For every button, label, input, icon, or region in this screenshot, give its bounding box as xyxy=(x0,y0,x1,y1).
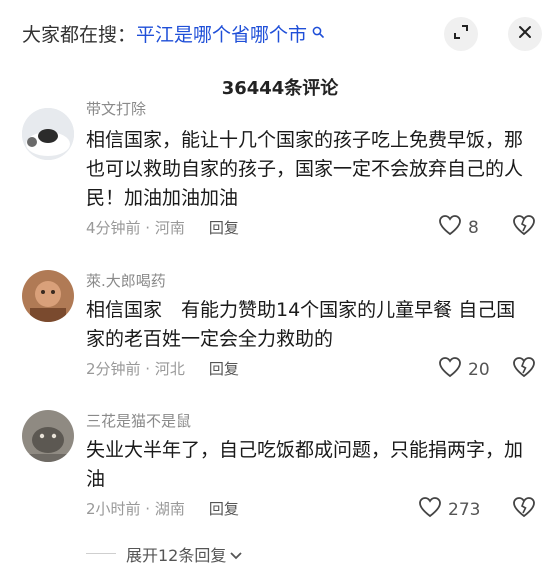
comment-item: 萊.大郎喝药 相信国家 有能力赞助14个国家的儿童早餐 自己国家的老百姓一定会全… xyxy=(0,268,560,398)
close-button[interactable] xyxy=(508,17,542,51)
comment-time-location: 2小时前 · 湖南 xyxy=(86,500,185,518)
comment-username[interactable]: 三花是猫不是鼠 xyxy=(86,410,191,431)
chevron-down-icon xyxy=(226,546,243,565)
comment-time-location: 2分钟前 · 河北 xyxy=(86,360,185,378)
comment-username[interactable]: 萊.大郎喝药 xyxy=(86,270,166,291)
comment-meta: 2小时前 · 湖南 回复 xyxy=(86,498,239,519)
heart-icon xyxy=(438,356,462,383)
avatar[interactable] xyxy=(22,270,74,322)
reply-button[interactable]: 回复 xyxy=(209,219,239,237)
dislike-button[interactable] xyxy=(512,496,536,522)
expand-button[interactable] xyxy=(444,17,478,51)
heart-icon xyxy=(418,496,442,523)
comment-item: 带文打除 相信国家，能让十几个国家的孩子吃上免费早饭，那也可以救助自家的孩子，国… xyxy=(0,100,560,250)
comment-username[interactable]: 带文打除 xyxy=(86,98,146,119)
heart-icon xyxy=(438,214,462,241)
avatar[interactable] xyxy=(22,410,74,462)
expand-replies-label[interactable]: 展开12条回复 xyxy=(126,542,243,566)
search-query-link[interactable]: 平江是哪个省哪个市 xyxy=(136,24,307,46)
comment-meta: 4分钟前 · 河南 回复 xyxy=(86,217,239,238)
search-prefix: 大家都在搜： xyxy=(22,24,137,46)
search-icon[interactable] xyxy=(308,26,324,42)
dislike-button[interactable] xyxy=(512,356,536,382)
like-count: 20 xyxy=(468,359,490,380)
like-button[interactable]: 8 xyxy=(438,214,479,241)
reply-button[interactable]: 回复 xyxy=(209,360,239,378)
like-count: 8 xyxy=(468,217,479,238)
reply-button[interactable]: 回复 xyxy=(209,500,239,518)
comment-time-location: 4分钟前 · 河南 xyxy=(86,219,185,237)
expand-icon xyxy=(453,24,469,44)
header: 大家都在搜：平江是哪个省哪个市 xyxy=(0,0,560,70)
like-button[interactable]: 20 xyxy=(438,356,490,383)
expand-replies-text: 展开12条回复 xyxy=(126,546,227,565)
broken-heart-icon xyxy=(512,215,536,240)
comment-item: 三花是猫不是鼠 失业大半年了，自己吃饭都成问题，只能捐两字，加油 2小时前 · … xyxy=(0,408,560,538)
comment-text: 相信国家，能让十几个国家的孩子吃上免费早饭，那也可以救助自家的孩子，国家一定不会… xyxy=(86,129,524,209)
divider xyxy=(86,553,116,554)
comment-meta: 2分钟前 · 河北 回复 xyxy=(86,358,239,379)
comment-text: 失业大半年了，自己吃饭都成问题，只能捐两字，加油 xyxy=(86,439,524,490)
comment-count: 36444条评论 xyxy=(221,78,339,99)
avatar[interactable] xyxy=(22,108,74,160)
dislike-button[interactable] xyxy=(512,214,536,240)
comment-text: 相信国家 有能力赞助14个国家的儿童早餐 自己国家的老百姓一定会全力救助的 xyxy=(86,299,516,350)
broken-heart-icon xyxy=(512,497,536,522)
broken-heart-icon xyxy=(512,357,536,382)
close-icon xyxy=(517,24,533,44)
like-count: 273 xyxy=(448,499,481,520)
like-button[interactable]: 273 xyxy=(418,496,480,523)
search-suggestion[interactable]: 大家都在搜：平江是哪个省哪个市 xyxy=(22,20,324,50)
